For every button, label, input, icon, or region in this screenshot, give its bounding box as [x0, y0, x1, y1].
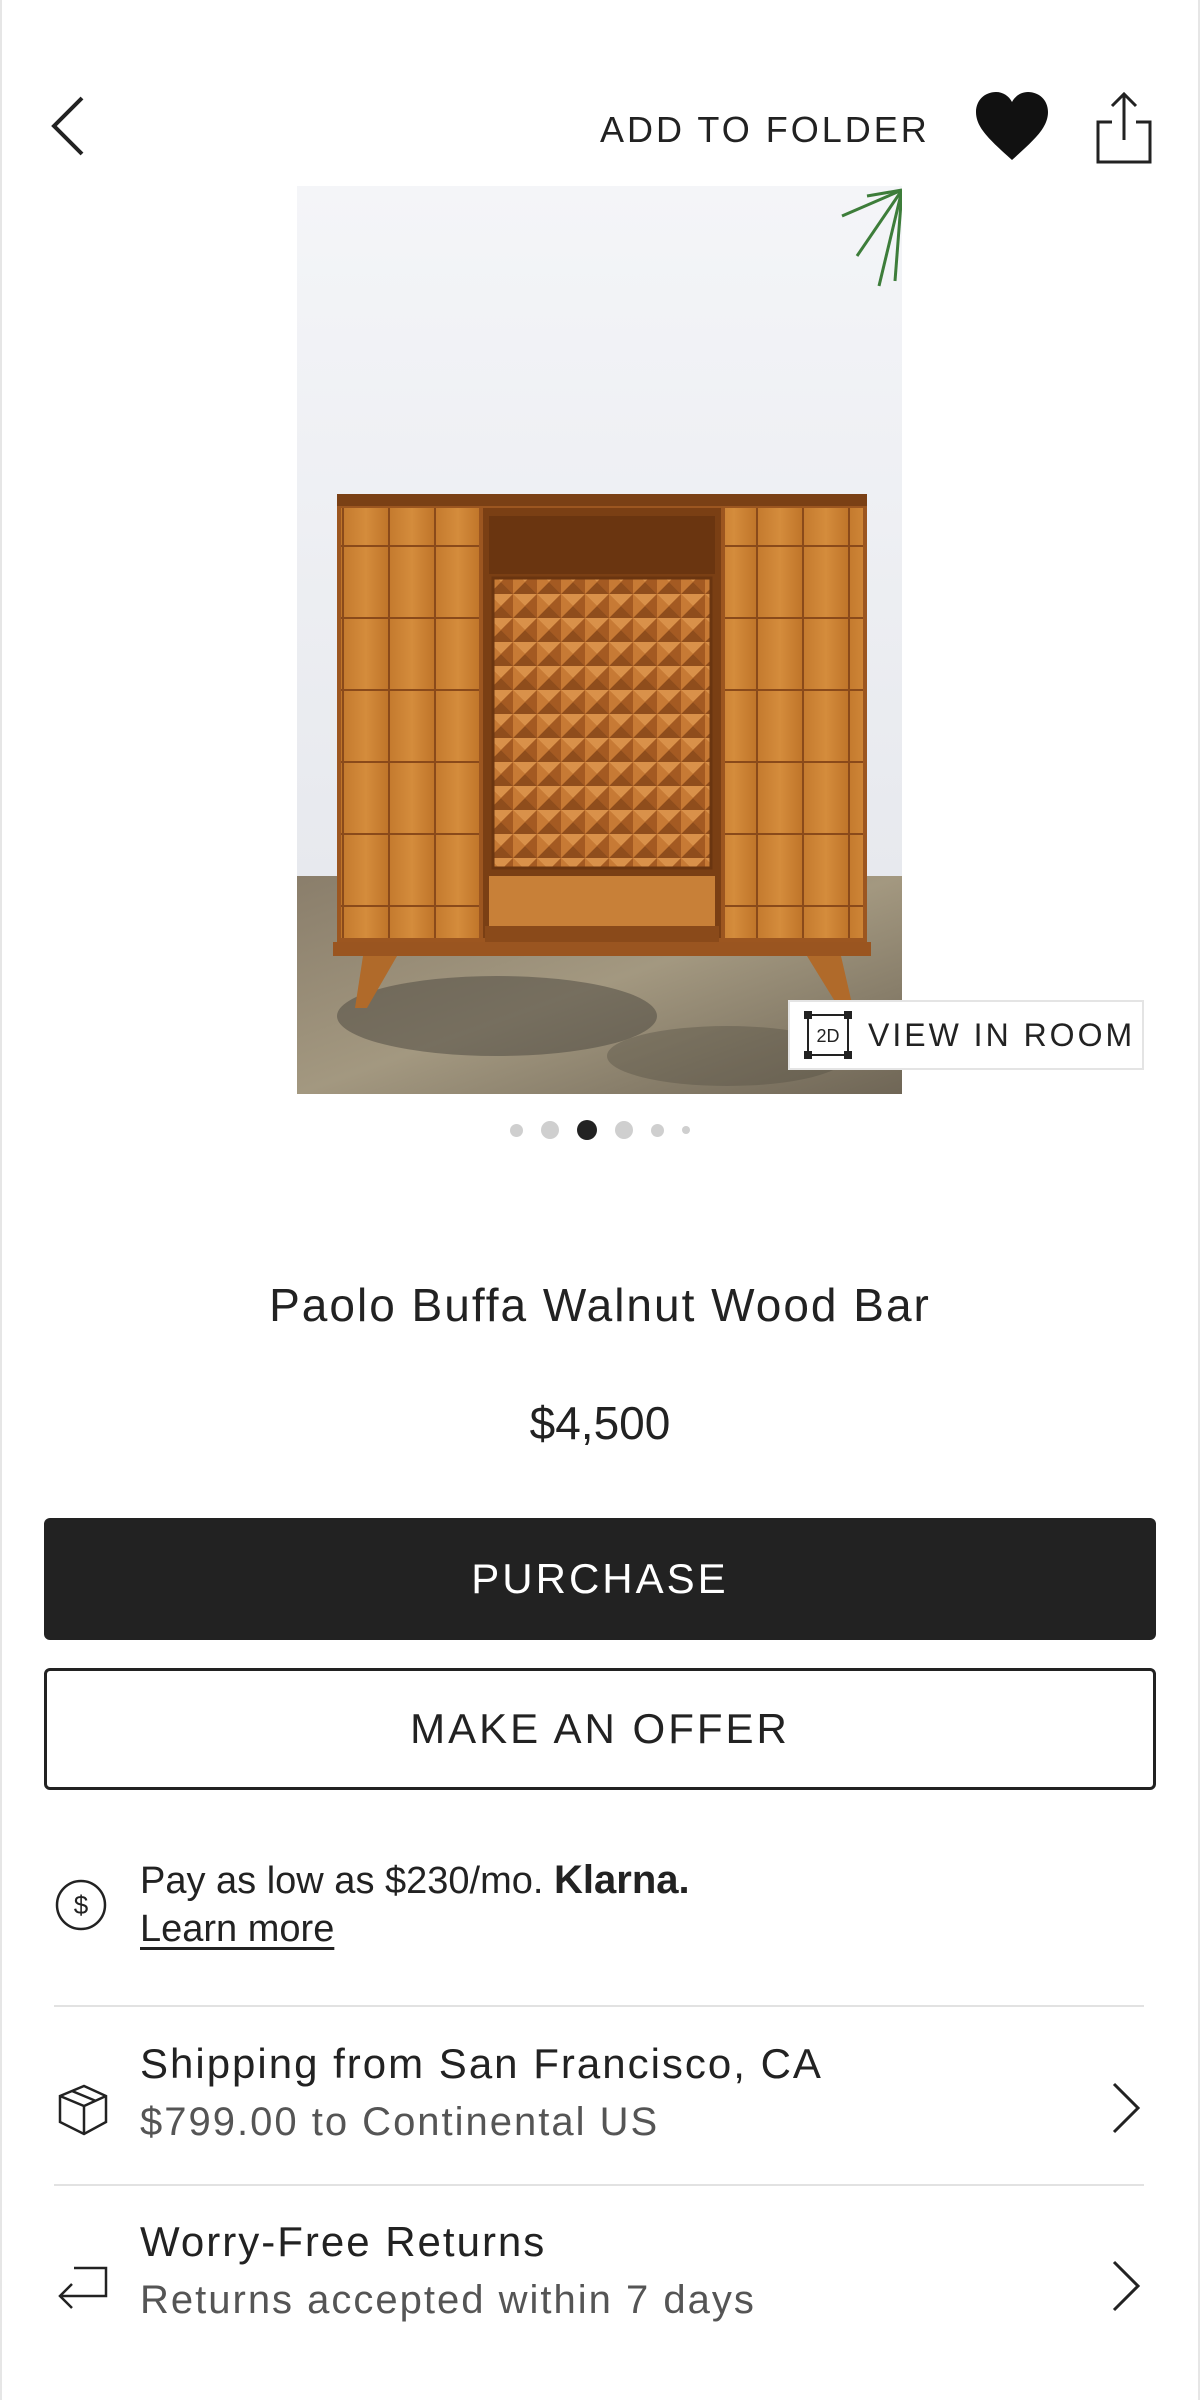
- 2d-badge-text: 2D: [816, 1026, 839, 1046]
- favorite-button[interactable]: [972, 88, 1052, 168]
- divider: [54, 2184, 1144, 2186]
- chevron-right-icon: [1112, 2260, 1141, 2312]
- shipping-row[interactable]: Shipping from San Francisco, CA $799.00 …: [54, 2040, 1154, 2200]
- learn-more-link[interactable]: Learn more: [140, 1908, 334, 1951]
- divider: [54, 2005, 1144, 2007]
- box-icon: [58, 2084, 108, 2136]
- 2d-view-icon: 2D: [804, 1011, 852, 1059]
- product-price: $4,500: [529, 1397, 671, 1449]
- carousel-dot-1[interactable]: [510, 1123, 523, 1137]
- carousel-dot-5[interactable]: [651, 1123, 664, 1137]
- make-offer-button[interactable]: MAKE AN OFFER: [44, 1668, 1156, 1790]
- dollar-circle-icon: $: [55, 1879, 107, 1931]
- back-button[interactable]: [40, 90, 96, 162]
- heart-icon: [976, 92, 1048, 160]
- walnut-bar-cabinet-image: [297, 186, 902, 1094]
- left-edge: [0, 0, 2, 2400]
- carousel-dot-2[interactable]: [541, 1121, 559, 1139]
- returns-subtitle: Returns accepted within 7 days: [140, 2278, 756, 2322]
- image-carousel-dots: [0, 1116, 1200, 1144]
- view-in-room-label: VIEW IN ROOM: [868, 1016, 1136, 1053]
- share-icon: [1096, 91, 1152, 164]
- returns-row[interactable]: Worry-Free Returns Returns accepted with…: [54, 2218, 1154, 2378]
- financing-info: $ Pay as low as $230/mo. Klarna. Learn m…: [54, 1858, 1154, 1958]
- carousel-dot-6[interactable]: [682, 1126, 690, 1134]
- product-title: Paolo Buffa Walnut Wood Bar: [269, 1279, 931, 1331]
- product-image[interactable]: [297, 186, 902, 1094]
- financing-text-line: Pay as low as $230/mo. Klarna.: [140, 1858, 690, 1903]
- shipping-subtitle: $799.00 to Continental US: [140, 2100, 660, 2144]
- carousel-dot-3-active[interactable]: [577, 1120, 597, 1140]
- svg-text:$: $: [74, 1890, 89, 1920]
- add-to-folder-button[interactable]: ADD TO FOLDER: [600, 100, 930, 160]
- klarna-brand: Klarna.: [554, 1858, 690, 1902]
- chevron-right-icon: [1112, 2082, 1141, 2134]
- share-button[interactable]: [1092, 88, 1156, 168]
- view-in-room-button[interactable]: 2D VIEW IN ROOM: [788, 1000, 1144, 1070]
- carousel-dot-4[interactable]: [615, 1121, 633, 1139]
- returns-title: Worry-Free Returns: [140, 2218, 547, 2265]
- chevron-left-icon: [51, 96, 84, 156]
- financing-text: Pay as low as $230/mo.: [140, 1860, 544, 1902]
- shipping-title: Shipping from San Francisco, CA: [140, 2040, 823, 2087]
- purchase-button[interactable]: PURCHASE: [44, 1518, 1156, 1640]
- return-arrow-icon: [58, 2266, 108, 2309]
